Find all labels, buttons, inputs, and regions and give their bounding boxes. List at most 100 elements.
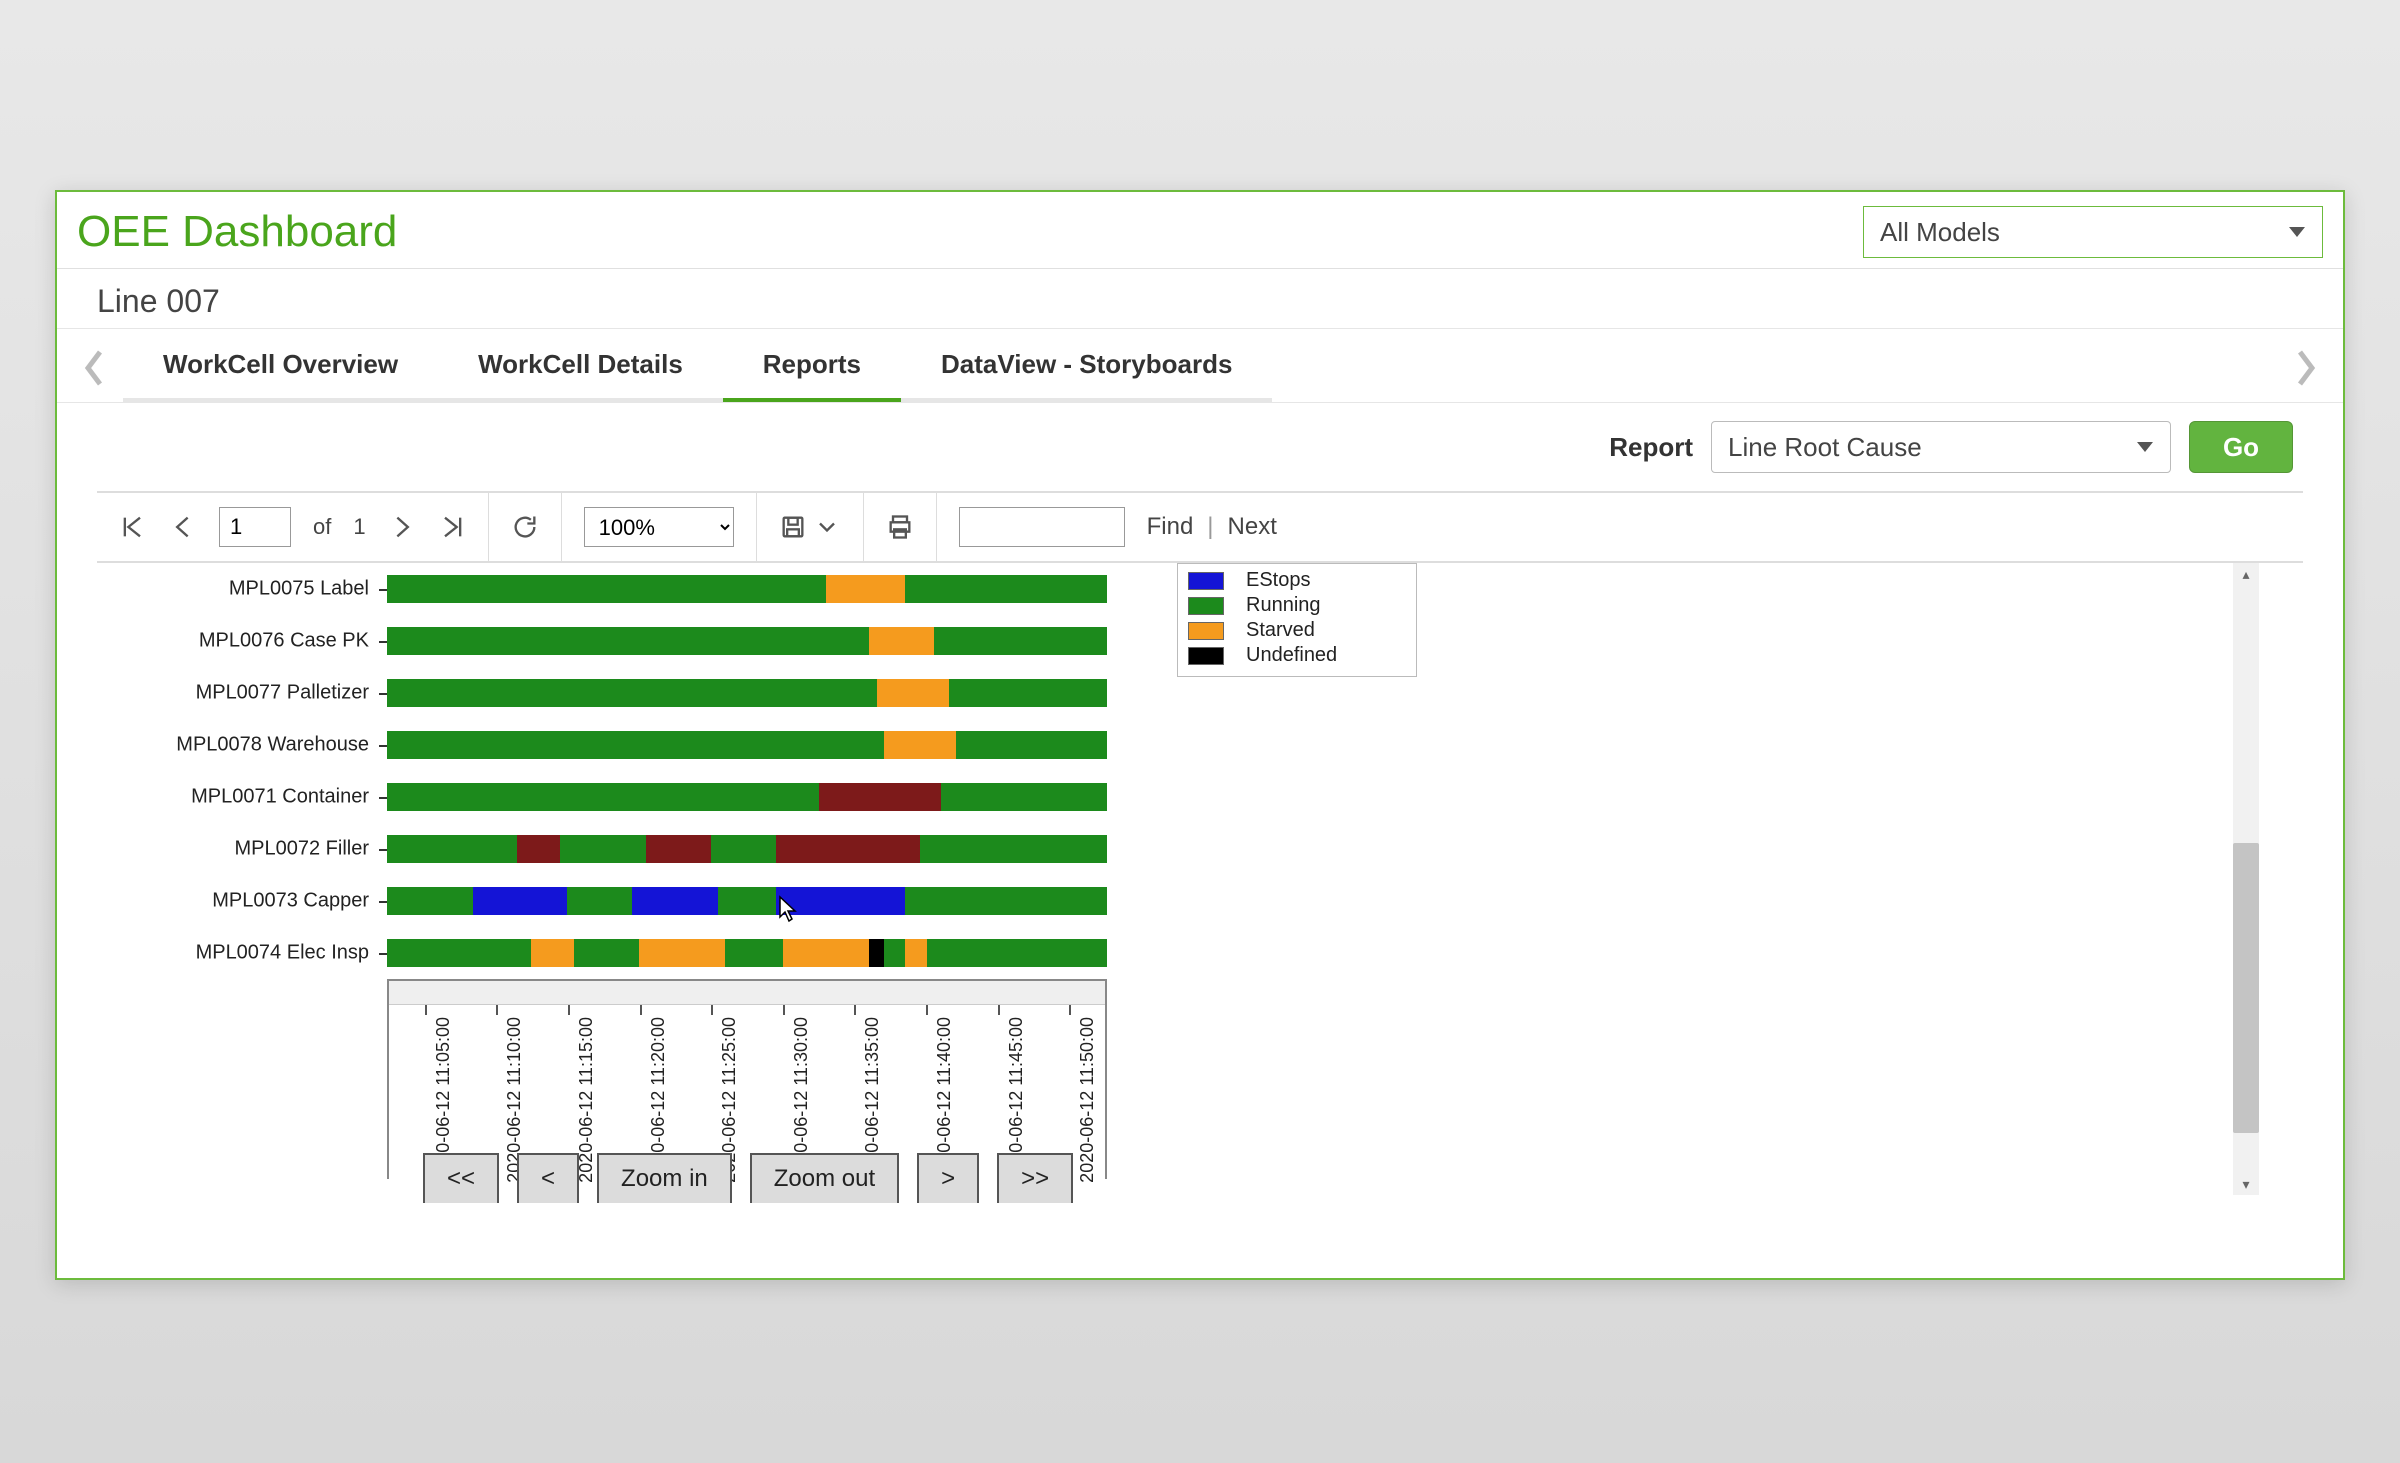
timeline-chart: MPL0075 LabelMPL0076 Case PKMPL0077 Pall…	[97, 563, 1107, 1203]
segment[interactable]	[826, 575, 905, 603]
segment[interactable]	[884, 731, 956, 759]
legend-swatch	[1188, 647, 1224, 665]
segment[interactable]	[776, 835, 920, 863]
print-icon[interactable]	[886, 513, 914, 541]
app-window: OEE Dashboard All Models Line 007 WorkCe…	[55, 190, 2345, 1280]
segment[interactable]	[387, 939, 531, 967]
chart-row: MPL0078 Warehouse	[97, 719, 1107, 771]
segment[interactable]	[877, 679, 949, 707]
model-select-wrap: All Models	[1863, 206, 2323, 258]
nav-next-button[interactable]: >	[917, 1153, 979, 1203]
segment[interactable]	[934, 627, 1107, 655]
prev-page-icon[interactable]	[169, 513, 197, 541]
model-select[interactable]: All Models	[1863, 206, 2323, 258]
chart-row: MPL0074 Elec Insp	[97, 927, 1107, 979]
go-button[interactable]: Go	[2189, 421, 2293, 473]
segment[interactable]	[920, 835, 1107, 863]
tabs-scroll-left[interactable]	[75, 344, 113, 392]
legend-label: EStops	[1246, 569, 1310, 592]
next-button[interactable]: Next	[1228, 513, 1277, 541]
segment[interactable]	[387, 887, 473, 915]
zoom-out-button[interactable]: Zoom out	[750, 1153, 899, 1203]
segment[interactable]	[949, 679, 1107, 707]
segment[interactable]	[776, 887, 906, 915]
segment[interactable]	[725, 939, 783, 967]
segment[interactable]	[905, 939, 927, 967]
chart-row: MPL0073 Capper	[97, 875, 1107, 927]
first-page-icon[interactable]	[119, 513, 147, 541]
page-total: 1	[353, 514, 365, 540]
segment[interactable]	[869, 939, 883, 967]
legend-swatch	[1188, 622, 1224, 640]
legend-label: Undefined	[1246, 644, 1337, 667]
tabs-scroll-right[interactable]	[2287, 344, 2325, 392]
segment[interactable]	[783, 939, 869, 967]
page-of-label: of	[313, 514, 331, 540]
find-button[interactable]: Find	[1147, 513, 1194, 541]
segment[interactable]	[473, 887, 567, 915]
segment[interactable]	[387, 575, 826, 603]
line-name: Line 007	[57, 269, 2343, 329]
segment[interactable]	[574, 939, 639, 967]
row-track	[387, 937, 1107, 969]
segment[interactable]	[905, 887, 1107, 915]
row-label: MPL0076 Case PK	[97, 630, 379, 653]
tab-dataview-storyboards[interactable]: DataView - Storyboards	[901, 333, 1272, 402]
segment[interactable]	[646, 835, 711, 863]
scroll-thumb[interactable]	[2233, 843, 2259, 1133]
refresh-icon[interactable]	[511, 513, 539, 541]
scroll-up-icon[interactable]: ▴	[2233, 563, 2259, 585]
header: OEE Dashboard All Models	[57, 192, 2343, 269]
last-page-icon[interactable]	[438, 513, 466, 541]
segment[interactable]	[639, 939, 725, 967]
tabs: WorkCell Overview WorkCell Details Repor…	[123, 333, 2287, 402]
chart-area: MPL0075 LabelMPL0076 Case PKMPL0077 Pall…	[97, 563, 2303, 1203]
legend-swatch	[1188, 572, 1224, 590]
segment[interactable]	[387, 627, 869, 655]
segment[interactable]	[819, 783, 941, 811]
segment[interactable]	[567, 887, 632, 915]
segment[interactable]	[387, 679, 877, 707]
search-input[interactable]	[959, 507, 1125, 547]
scroll-down-icon[interactable]: ▾	[2233, 1173, 2259, 1195]
tab-workcell-overview[interactable]: WorkCell Overview	[123, 333, 438, 402]
tab-reports[interactable]: Reports	[723, 333, 901, 402]
segment[interactable]	[531, 939, 574, 967]
row-track	[387, 885, 1107, 917]
segment[interactable]	[718, 887, 776, 915]
nav-first-button[interactable]: <<	[423, 1153, 499, 1203]
save-dropdown-icon[interactable]	[813, 513, 841, 541]
save-icon[interactable]	[779, 513, 807, 541]
segment[interactable]	[905, 575, 1107, 603]
segment[interactable]	[517, 835, 560, 863]
segment[interactable]	[711, 835, 776, 863]
report-select[interactable]: Line Root Cause	[1711, 421, 2171, 473]
row-track	[387, 677, 1107, 709]
vertical-scrollbar[interactable]: ▴ ▾	[2233, 563, 2259, 1195]
segment[interactable]	[387, 783, 819, 811]
segment[interactable]	[560, 835, 646, 863]
report-toolbar: of 1 100% Find | Next	[97, 491, 2303, 563]
tab-row: WorkCell Overview WorkCell Details Repor…	[57, 329, 2343, 403]
zoom-in-button[interactable]: Zoom in	[597, 1153, 732, 1203]
page-input[interactable]	[219, 507, 291, 547]
chart-row: MPL0076 Case PK	[97, 615, 1107, 667]
row-label: MPL0072 Filler	[97, 838, 379, 861]
row-track	[387, 573, 1107, 605]
segment[interactable]	[941, 783, 1107, 811]
segment[interactable]	[956, 731, 1107, 759]
segment[interactable]	[387, 731, 884, 759]
nav-prev-button[interactable]: <	[517, 1153, 579, 1203]
next-page-icon[interactable]	[388, 513, 416, 541]
zoom-select[interactable]: 100%	[584, 507, 734, 547]
nav-last-button[interactable]: >>	[997, 1153, 1073, 1203]
segment[interactable]	[869, 627, 934, 655]
segment[interactable]	[927, 939, 1107, 967]
segment[interactable]	[387, 835, 517, 863]
tab-workcell-details[interactable]: WorkCell Details	[438, 333, 723, 402]
legend-label: Starved	[1246, 619, 1315, 642]
report-select-wrap: Line Root Cause	[1711, 421, 2171, 473]
chart-row: MPL0077 Palletizer	[97, 667, 1107, 719]
segment[interactable]	[632, 887, 718, 915]
segment[interactable]	[884, 939, 906, 967]
